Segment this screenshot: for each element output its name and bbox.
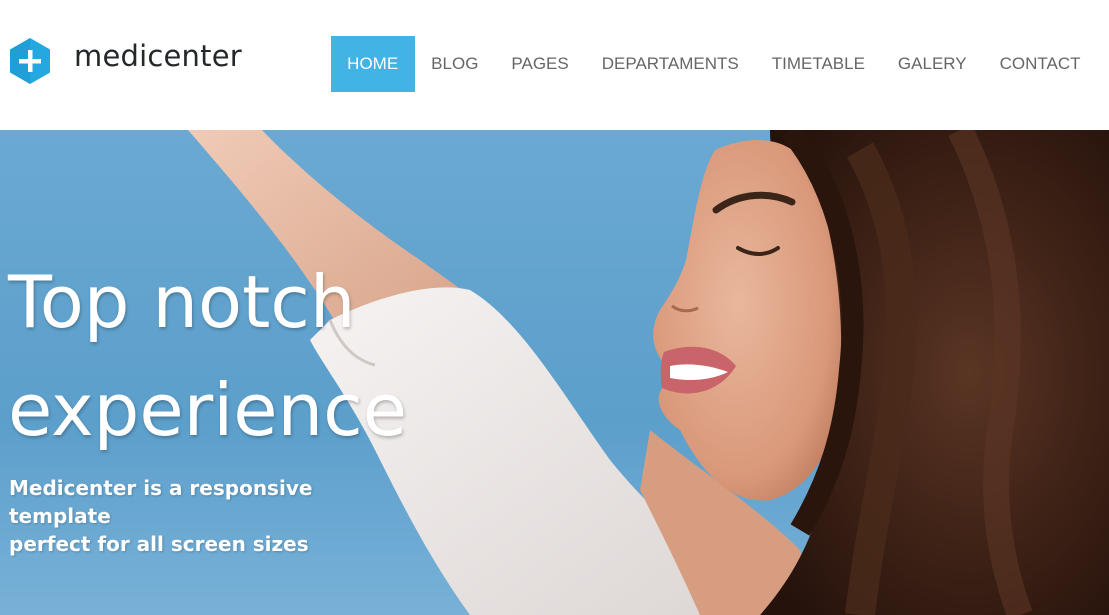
nav-item-contact[interactable]: CONTACT	[983, 36, 1097, 92]
site-header: medicenter HOME BLOG PAGES DEPARTAMENTS …	[0, 0, 1109, 130]
nav-item-departaments[interactable]: DEPARTAMENTS	[585, 36, 755, 92]
hero-slider: Top notch experience Medicenter is a res…	[0, 130, 1109, 615]
nav-item-blog[interactable]: BLOG	[415, 36, 495, 92]
hero-subtitle-line1: Medicenter is a responsive template	[9, 476, 313, 528]
hero-subtitle-line2: perfect for all screen sizes	[9, 532, 309, 556]
site-logo[interactable]: medicenter	[9, 37, 242, 85]
hexagon-plus-icon	[10, 38, 50, 84]
nav-item-home[interactable]: HOME	[330, 36, 415, 92]
hero-title: Top notch experience	[8, 248, 428, 464]
nav-item-timetable[interactable]: TIMETABLE	[755, 36, 881, 92]
hero-title-line2: experience	[8, 368, 408, 452]
hero-subtitle: Medicenter is a responsive template perf…	[9, 474, 389, 558]
main-nav: HOME BLOG PAGES DEPARTAMENTS TIMETABLE G…	[330, 36, 1097, 92]
nav-item-pages[interactable]: PAGES	[495, 36, 585, 92]
hero-title-line1: Top notch	[8, 260, 356, 344]
nav-item-galery[interactable]: GALERY	[881, 36, 983, 92]
brand-name: medicenter	[74, 39, 242, 73]
